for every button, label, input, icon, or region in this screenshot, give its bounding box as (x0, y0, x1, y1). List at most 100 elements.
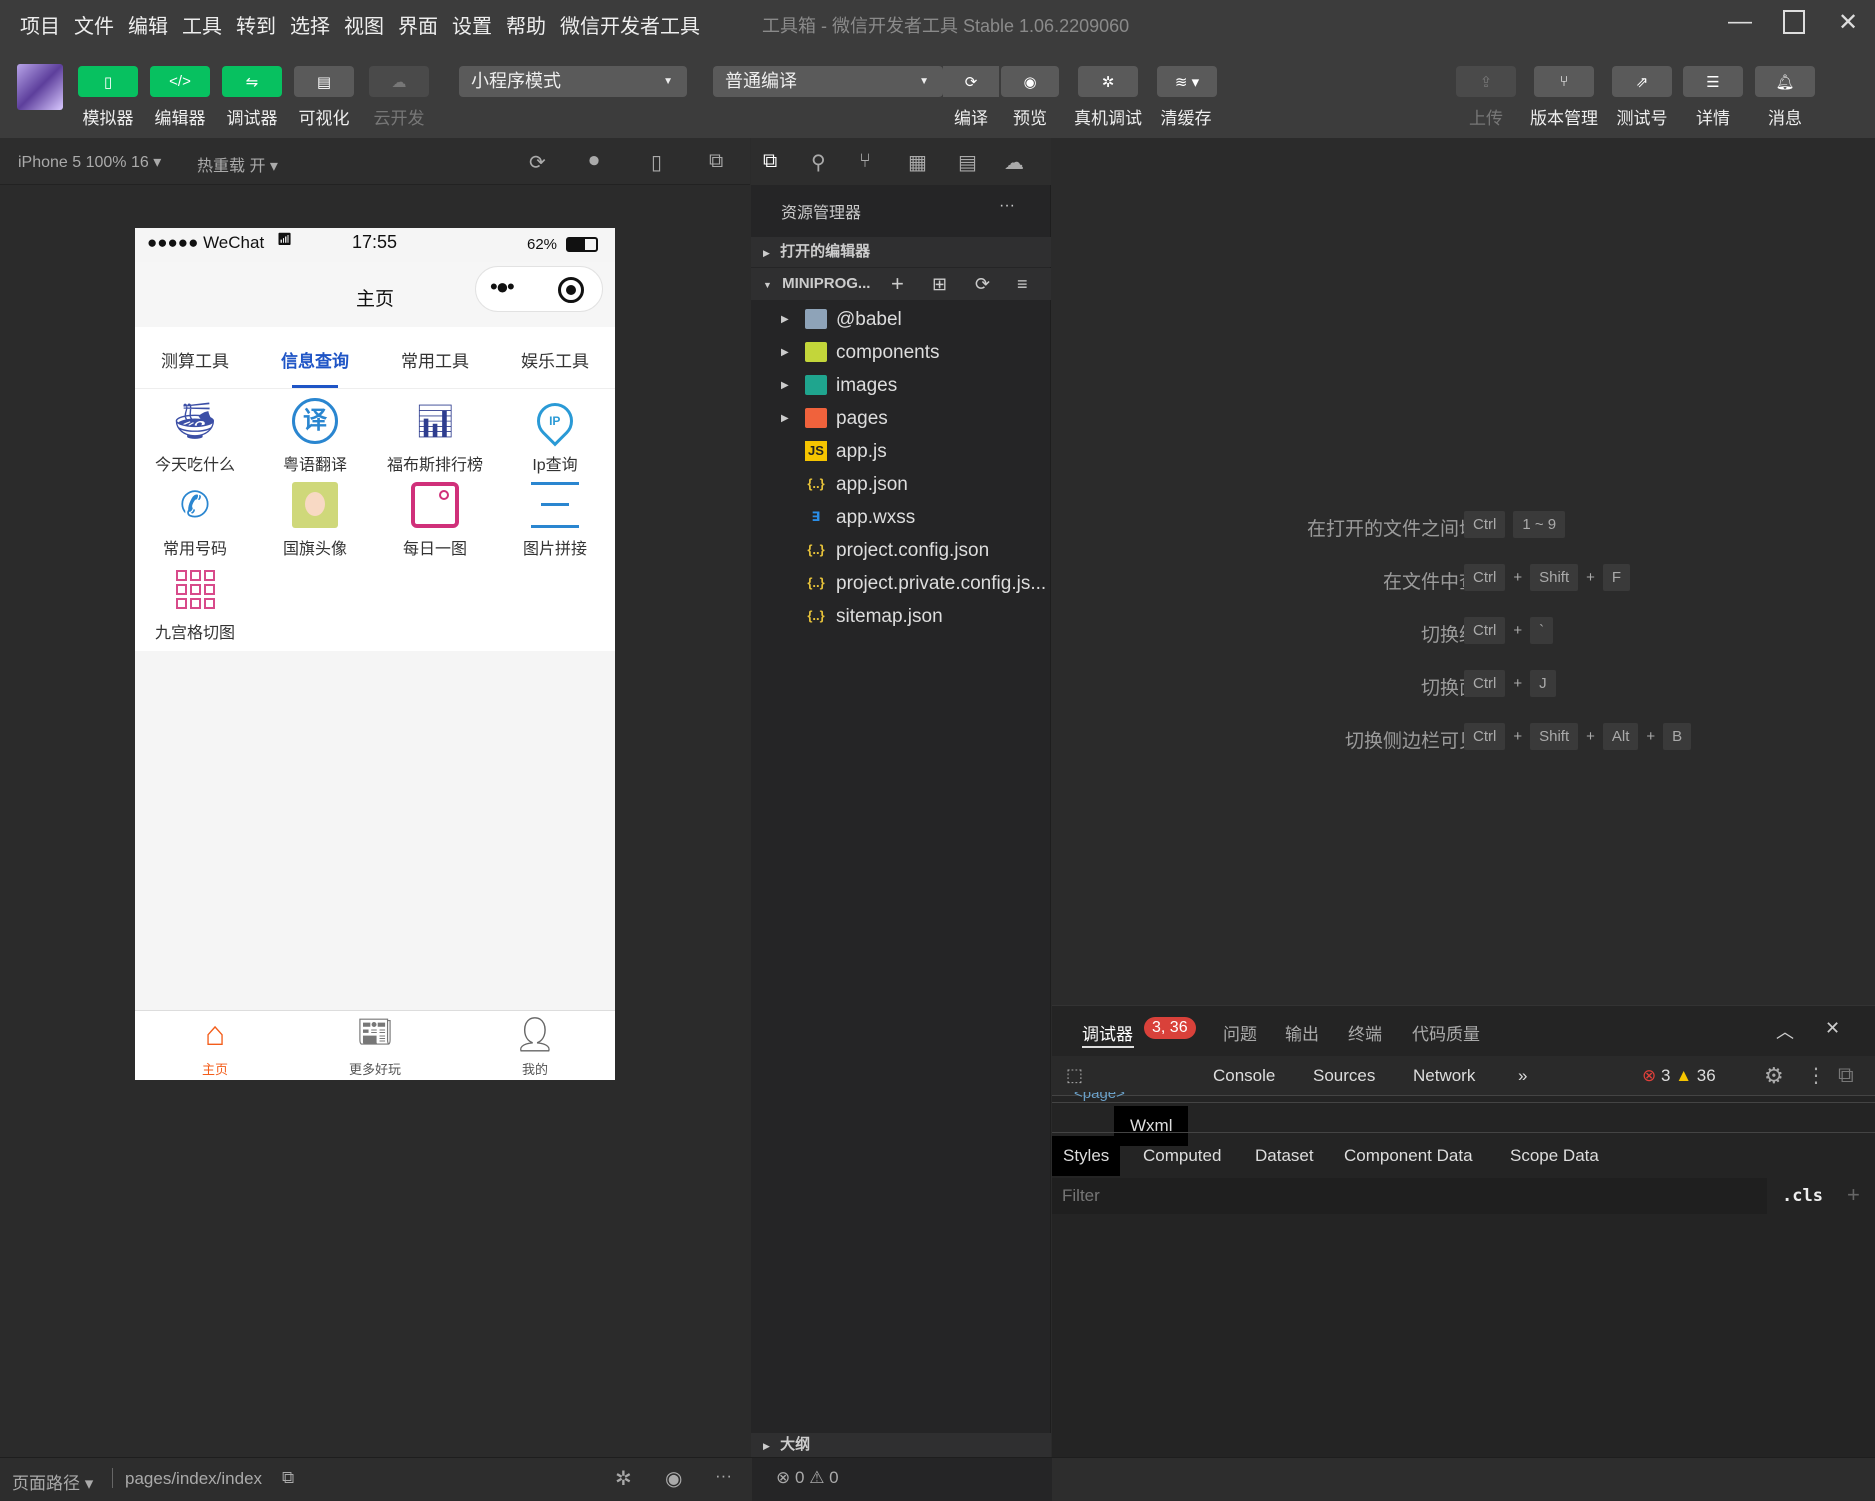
clear-cache-button[interactable]: ≋ ▾ (1157, 66, 1217, 97)
tab-console[interactable]: Console (1197, 1056, 1291, 1096)
tab-debugger[interactable]: 调试器 (1082, 1020, 1133, 1045)
tree-folder[interactable]: ▶ @babel (751, 303, 1051, 336)
tree-folder[interactable]: ▶ components (751, 336, 1051, 369)
compile-button[interactable]: ⟳ (943, 66, 999, 97)
refresh-icon[interactable]: ⟳ (975, 268, 990, 300)
tree-folder[interactable]: ▶ pages (751, 402, 1051, 435)
tree-file[interactable]: JS app.js (751, 435, 1051, 468)
rotate-icon[interactable]: ⟳ (529, 150, 546, 175)
simulator-button[interactable]: ▯ (78, 66, 138, 97)
search-icon[interactable]: ⚲ (811, 150, 826, 175)
tab-calc-tools[interactable]: 测算工具 (135, 347, 255, 372)
details-button[interactable]: ☰ (1683, 66, 1743, 97)
preview-button[interactable]: ◉ (1001, 66, 1059, 97)
cls-button[interactable]: .cls (1782, 1186, 1823, 1206)
mode-select[interactable]: 小程序模式 ▼ (459, 66, 687, 97)
menu-goto[interactable]: 转到 (236, 10, 276, 39)
hot-reload-select[interactable]: 热重载 开 ▾ (197, 152, 278, 176)
git-icon[interactable]: ⑂ (859, 150, 871, 173)
cloud-button[interactable]: ☁ (369, 66, 429, 97)
menu-view[interactable]: 视图 (344, 10, 384, 39)
more-icon[interactable]: •●• (490, 274, 515, 300)
menu-project[interactable]: 项目 (20, 10, 60, 39)
device-select[interactable]: iPhone 5 100% 16 ▾ (18, 152, 161, 172)
eye-icon[interactable]: ◉ (665, 1466, 682, 1491)
grid-item[interactable]: 🍜︎ 今天吃什么 (135, 393, 255, 475)
grid-item[interactable]: 图片拼接 (495, 477, 615, 559)
visual-button[interactable]: ▤ (294, 66, 354, 97)
tree-file[interactable]: ∃ app.wxss (751, 501, 1051, 534)
tabbar-more[interactable]: 📰︎ 更多好玩 (295, 1015, 455, 1078)
tab-scope-data[interactable]: Scope Data (1499, 1136, 1610, 1176)
tree-file[interactable]: {..} app.json (751, 468, 1051, 501)
tab-computed[interactable]: Computed (1132, 1136, 1232, 1176)
tree-file[interactable]: {..} sitemap.json (751, 600, 1051, 633)
project-section[interactable]: ▼ MINIPROG... + ⊞ ⟳ ≡ (751, 268, 1051, 300)
outline-section[interactable]: ▶ 大纲 (751, 1433, 1051, 1457)
more-icon[interactable]: ··· (999, 197, 1015, 215)
tabbar-mine[interactable]: 👤︎ 我的 (455, 1015, 615, 1078)
window-icon[interactable]: ⧉ (709, 150, 723, 173)
tab-component-data[interactable]: Component Data (1333, 1136, 1484, 1176)
wxml-node[interactable]: <page> (1074, 1092, 1125, 1102)
upload-button[interactable]: ⇪ (1456, 66, 1516, 97)
kebab-menu-icon[interactable]: ⋮ (1806, 1063, 1826, 1088)
files-icon[interactable]: ⧉ (763, 150, 777, 173)
more-tabs-icon[interactable]: » (1502, 1056, 1543, 1096)
phone-icon[interactable]: ▯ (651, 150, 662, 175)
maximize-icon[interactable] (1774, 8, 1814, 40)
tab-output[interactable]: 输出 (1285, 1020, 1319, 1045)
test-account-button[interactable]: ⇗ (1612, 66, 1672, 97)
tab-common-tools[interactable]: 常用工具 (375, 347, 495, 372)
grid-item[interactable]: 译粤语翻译 (255, 393, 375, 475)
grid-item[interactable]: 国旗头像 (255, 477, 375, 559)
bug-icon[interactable]: ✲ (615, 1466, 632, 1491)
settings-icon[interactable]: ⚙ (1764, 1063, 1784, 1089)
menu-file[interactable]: 文件 (74, 10, 114, 39)
menu-edit[interactable]: 编辑 (128, 10, 168, 39)
chevron-up-icon[interactable]: ︿ (1776, 1018, 1794, 1044)
grid-item[interactable]: 九宫格切图 (135, 561, 255, 643)
styles-filter-input[interactable] (1052, 1178, 1767, 1214)
tab-terminal[interactable]: 终端 (1348, 1020, 1382, 1045)
docker-icon[interactable]: ☁ (1004, 150, 1024, 175)
close-target-icon[interactable] (558, 277, 584, 303)
tree-folder[interactable]: ▶ images (751, 369, 1051, 402)
version-button[interactable]: ⑂ (1534, 66, 1594, 97)
close-icon[interactable]: ✕ (1825, 1018, 1840, 1039)
tree-file[interactable]: {..} project.config.json (751, 534, 1051, 567)
avatar[interactable] (17, 64, 63, 110)
grid-item[interactable]: 每日一图 (375, 477, 495, 559)
add-rule-icon[interactable]: + (1847, 1182, 1860, 1208)
menu-interface[interactable]: 界面 (398, 10, 438, 39)
new-folder-icon[interactable]: ⊞ (932, 268, 947, 300)
copy-icon[interactable]: ⧉ (282, 1468, 294, 1488)
grid-item[interactable]: 📊︎ 福布斯排行榜 (375, 393, 495, 475)
grid-item[interactable]: ✆ 常用号码 (135, 477, 255, 559)
menu-tools[interactable]: 工具 (182, 10, 222, 39)
messages-button[interactable]: 🔔︎ (1755, 66, 1815, 97)
tab-info-query[interactable]: 信息查询 (255, 347, 375, 372)
remote-debug-button[interactable]: ✲ (1078, 66, 1138, 97)
tab-problems[interactable]: 问题 (1223, 1020, 1257, 1045)
tab-sources[interactable]: Sources (1297, 1056, 1391, 1096)
console-counts[interactable]: ⊗ 3 ▲ 36 (1642, 1066, 1716, 1086)
tab-code-quality[interactable]: 代码质量 (1412, 1020, 1480, 1045)
extensions-icon[interactable]: ▦ (908, 150, 927, 175)
debugger-button[interactable]: ⇋ (222, 66, 282, 97)
collapse-icon[interactable]: ≡ (1017, 268, 1028, 300)
menu-settings[interactable]: 设置 (452, 10, 492, 39)
menu-select[interactable]: 选择 (290, 10, 330, 39)
dock-icon[interactable]: ⧉ (1838, 1062, 1854, 1088)
tab-fun-tools[interactable]: 娱乐工具 (495, 347, 615, 372)
tabbar-home[interactable]: ⌂ 主页 (135, 1015, 295, 1078)
minimize-icon[interactable]: — (1720, 8, 1760, 40)
tab-network[interactable]: Network (1397, 1056, 1491, 1096)
save-icon[interactable]: ▤ (958, 150, 977, 175)
stop-icon[interactable]: ⏺ (589, 150, 599, 173)
editor-button[interactable]: </> (150, 66, 210, 97)
more-icon[interactable]: ··· (715, 1466, 732, 1486)
tab-dataset[interactable]: Dataset (1244, 1136, 1325, 1176)
tab-styles[interactable]: Styles (1052, 1136, 1121, 1176)
menu-wechat-devtools[interactable]: 微信开发者工具 (560, 10, 700, 39)
